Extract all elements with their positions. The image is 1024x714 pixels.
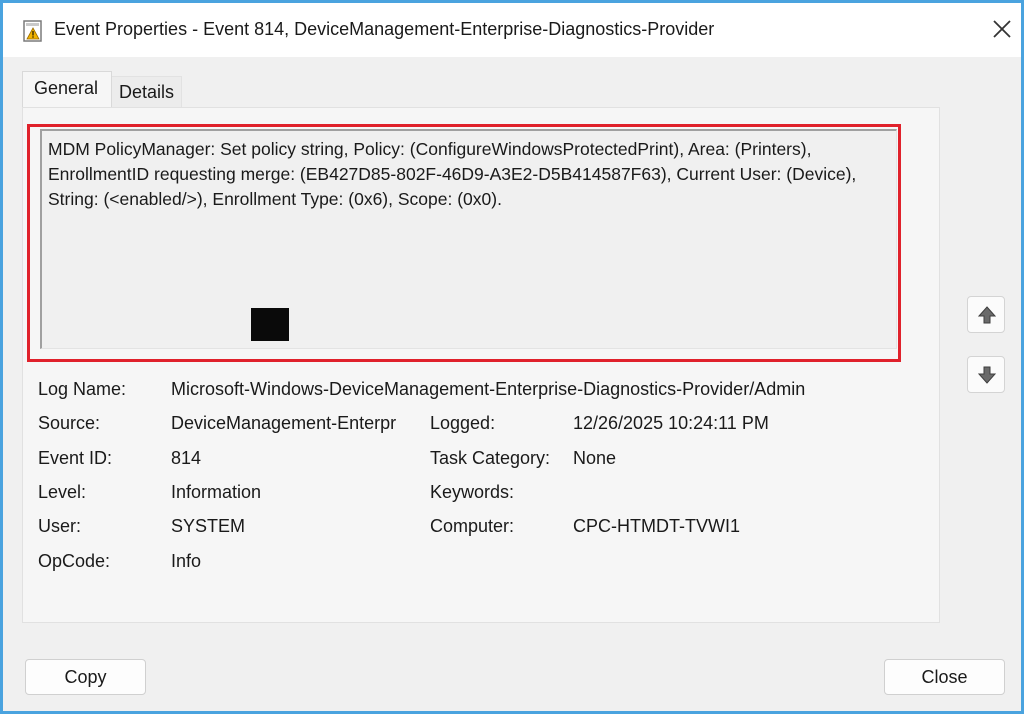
user-label: User: <box>38 516 82 536</box>
task-category-label: Task Category: <box>430 448 551 468</box>
logged-label: Logged: <box>430 413 496 433</box>
computer-value[interactable]: CPC-HTMDT-TVWI1 <box>573 516 740 537</box>
event-description-box[interactable]: MDM PolicyManager: Set policy string, Po… <box>40 129 897 349</box>
computer-label: Computer: <box>430 516 515 536</box>
tab-details-label: Details <box>119 82 175 102</box>
event-id-label: Event ID: <box>38 448 113 468</box>
event-id-value[interactable]: 814 <box>171 448 201 469</box>
task-category-value[interactable]: None <box>573 448 616 469</box>
tab-general[interactable]: General <box>22 71 112 108</box>
log-name-label: Log Name: <box>38 379 127 399</box>
opcode-value[interactable]: Info <box>171 551 201 572</box>
logged-value[interactable]: 12/26/2025 10:24:11 PM <box>573 413 769 434</box>
level-value[interactable]: Information <box>171 482 261 503</box>
tab-details[interactable]: Details <box>112 76 182 107</box>
window-title: Event Properties - Event 814, DeviceMana… <box>54 19 715 39</box>
event-description-text: MDM PolicyManager: Set policy string, Po… <box>48 139 857 209</box>
source-value[interactable]: DeviceManagement-Enterpr <box>171 413 417 434</box>
next-event-button[interactable] <box>967 356 1005 393</box>
close-icon[interactable] <box>991 18 1013 40</box>
previous-event-button[interactable] <box>967 296 1005 333</box>
close-button[interactable]: Close <box>884 659 1005 695</box>
log-name-value[interactable]: Microsoft-Windows-DeviceManagement-Enter… <box>171 379 805 400</box>
event-log-icon <box>23 20 43 42</box>
user-value[interactable]: SYSTEM <box>171 516 245 537</box>
copy-button[interactable]: Copy <box>25 659 146 695</box>
keywords-label: Keywords: <box>430 482 515 502</box>
level-label: Level: <box>38 482 87 502</box>
title-bar: Event Properties - Event 814, DeviceMana… <box>3 3 1021 57</box>
tab-general-label: General <box>34 78 99 98</box>
source-label: Source: <box>38 413 101 433</box>
opcode-label: OpCode: <box>38 551 111 571</box>
watermark-logo <box>251 308 289 341</box>
